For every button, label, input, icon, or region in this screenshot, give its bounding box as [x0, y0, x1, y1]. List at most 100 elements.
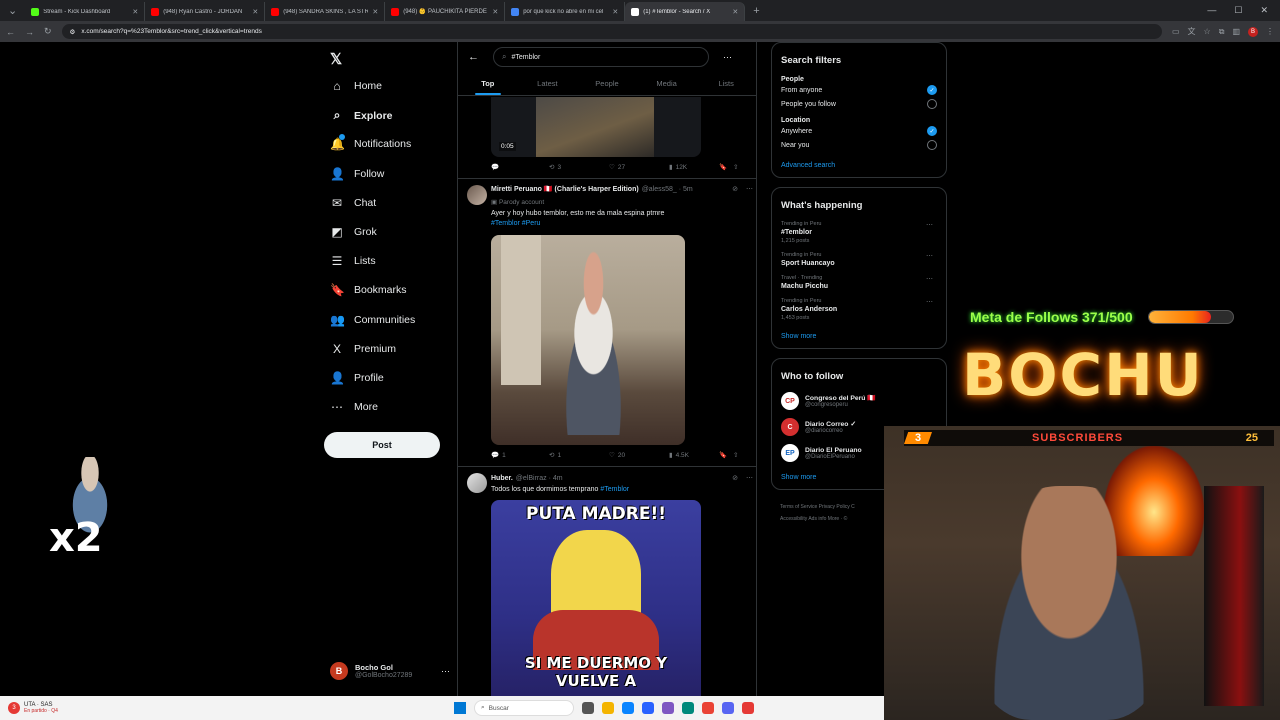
puzzle-icon[interactable]: ⧉ — [1219, 27, 1225, 37]
more-icon[interactable]: ⋯ — [926, 221, 933, 229]
avatar[interactable] — [467, 185, 487, 205]
reload-icon[interactable]: ↻ — [44, 26, 52, 37]
trend-item[interactable]: Trending in Peru Carlos Anderson 1,453 pos… — [781, 294, 937, 325]
views-icon[interactable]: ▮ 4.5K — [669, 451, 719, 460]
taskbar-search[interactable]: ⌕ Buscar — [474, 700, 574, 716]
filter-people-you-follow[interactable]: People you follow — [781, 97, 937, 111]
back-arrow-icon[interactable]: ← — [468, 51, 479, 63]
sidepanel-icon[interactable]: ▥ — [1232, 27, 1240, 36]
like-icon[interactable]: ♡ 27 — [609, 163, 669, 172]
share-icon[interactable]: ⇧ — [733, 451, 738, 459]
close-icon[interactable]: ✕ — [732, 8, 738, 16]
file-explorer-icon[interactable] — [602, 702, 614, 714]
sidebar-item-more[interactable]: ⋯ More — [330, 400, 378, 414]
radio-icon[interactable] — [927, 99, 937, 109]
radio-checked-icon[interactable]: ✓ — [927, 85, 937, 95]
search-input[interactable]: ⌕ #Temblor — [493, 47, 709, 67]
account-switcher[interactable]: B Bocho Gol @GolBocho27289 ⋯ — [330, 662, 450, 680]
more-icon[interactable]: ⋯ — [441, 666, 450, 677]
hashtag-link[interactable]: #Temblor — [600, 486, 629, 493]
windows-start-icon[interactable] — [454, 702, 466, 714]
radio-icon[interactable] — [927, 140, 937, 150]
new-tab-button[interactable]: + — [745, 5, 767, 17]
tweet-handle[interactable]: @aless58_ · 5m — [642, 186, 693, 193]
video-player[interactable]: 0:05 — [491, 97, 701, 157]
tweet-image[interactable] — [491, 235, 685, 445]
share-icon[interactable]: ⇧ — [733, 163, 738, 171]
hashtag-link[interactable]: #Temblor #Peru — [491, 219, 746, 229]
close-icon[interactable]: ✕ — [492, 8, 498, 16]
browser-tab[interactable]: (1) #Temblor - Search / X ✕ — [625, 2, 746, 21]
trend-item[interactable]: Travel · Trending Machu Picchu ⋯ — [781, 271, 937, 294]
sidebar-item-home[interactable]: ⌂ Home — [330, 79, 382, 93]
tab-latest[interactable]: Latest — [518, 72, 578, 95]
repost-icon[interactable]: ⟲ 1 — [549, 451, 609, 460]
more-icon[interactable]: ⋯ — [926, 298, 933, 306]
tweet-author[interactable]: Miretti Peruano 🇵🇪 (Charlie's Harper Edi… — [491, 185, 639, 193]
reply-icon[interactable]: 💬 1 — [491, 451, 549, 460]
sidebar-item-explore[interactable]: ⌕ Explore — [330, 108, 393, 123]
reply-icon[interactable]: 💬 — [491, 163, 549, 171]
grok-icon[interactable]: ⊘ — [732, 474, 738, 482]
sidebar-item-communities[interactable]: 👥 Communities — [330, 313, 415, 327]
site-info-icon[interactable]: ⚙ — [70, 28, 76, 36]
address-bar[interactable]: ⚙ x.com/search?q=%23Temblor&src=trend_cl… — [61, 24, 1162, 39]
bookmark-icon[interactable]: 🔖 — [719, 451, 733, 459]
task-view-icon[interactable] — [582, 702, 594, 714]
sidebar-item-profile[interactable]: 👤 Profile — [330, 371, 384, 385]
browser-tab[interactable]: por que kick no abre en mi cel ✕ — [505, 2, 626, 21]
app-icon[interactable] — [642, 702, 654, 714]
avatar[interactable] — [467, 473, 487, 493]
browser-tab[interactable]: Stream - Kick Dashboard ✕ — [25, 2, 146, 21]
bookmark-icon[interactable]: 🔖 — [719, 163, 733, 171]
repost-icon[interactable]: ⟲ 3 — [549, 163, 609, 172]
search-more-icon[interactable]: ⋯ — [723, 52, 732, 63]
post-button[interactable]: Post — [324, 432, 440, 458]
meme-image[interactable]: PUTA MADRE!! SI ME DUERMO Y VUELVE A — [491, 500, 701, 696]
cast-icon[interactable]: ▭ — [1172, 27, 1180, 36]
tab-media[interactable]: Media — [637, 72, 697, 95]
sidebar-item-chat[interactable]: ✉ Chat — [330, 196, 376, 210]
close-icon[interactable]: ✕ — [612, 8, 618, 16]
browser-tab[interactable]: (948) 👶 PAUCHIKITA PIERDE L ✕ — [385, 2, 506, 21]
forward-icon[interactable]: → — [25, 27, 34, 37]
more-icon[interactable]: ⋯ — [746, 474, 753, 482]
tab-lists[interactable]: Lists — [696, 72, 756, 95]
chrome-icon[interactable] — [702, 702, 714, 714]
star-icon[interactable]: ☆ — [1204, 27, 1211, 36]
trend-item[interactable]: Trending in Peru #Temblor 1,215 posts ⋯ — [781, 217, 937, 248]
sidebar-item-lists[interactable]: ☰ Lists — [330, 254, 376, 268]
store-icon[interactable] — [622, 702, 634, 714]
browser-tab[interactable]: (948) Ryan Castro - JORDAN ✕ — [145, 2, 266, 21]
maximize-icon[interactable]: ☐ — [1234, 5, 1242, 16]
radio-checked-icon[interactable]: ✓ — [927, 126, 937, 136]
filter-from-anyone[interactable]: From anyone ✓ — [781, 83, 937, 97]
close-icon[interactable]: ✕ — [372, 8, 378, 16]
filter-near-you[interactable]: Near you — [781, 138, 937, 152]
grok-icon[interactable]: ⊘ — [732, 185, 738, 193]
obs-icon[interactable] — [742, 702, 754, 714]
taskbar-widget[interactable]: 3 UTA · SAS En partido · Q4 — [0, 702, 200, 714]
follow-suggestion[interactable]: CP Congreso del Perú 🇵🇪 @congresoperu — [781, 388, 937, 414]
menu-icon[interactable]: ⋮ — [1266, 27, 1274, 36]
sidebar-item-premium[interactable]: X Premium — [330, 342, 396, 356]
show-more-link[interactable]: Show more — [781, 333, 937, 340]
browser-tab[interactable]: (948) SANDRA SKINS , LA STR ✕ — [265, 2, 386, 21]
sidebar-item-follow[interactable]: 👤 Follow — [330, 167, 384, 181]
like-icon[interactable]: ♡ 20 — [609, 451, 669, 460]
sidebar-item-bookmarks[interactable]: 🔖 Bookmarks — [330, 283, 407, 297]
close-window-icon[interactable]: ✕ — [1260, 5, 1268, 16]
filter-anywhere[interactable]: Anywhere ✓ — [781, 124, 937, 138]
tweet-author[interactable]: Huber. — [491, 475, 513, 482]
tab-top[interactable]: Top — [458, 72, 518, 95]
tweet-handle[interactable]: @elBirraz · 4m — [516, 475, 563, 482]
close-icon[interactable]: ✕ — [132, 8, 138, 16]
sidebar-item-notifications[interactable]: 🔔 Notifications — [330, 134, 411, 151]
trend-item[interactable]: Trending in Peru Sport Huancayo ⋯ — [781, 248, 937, 271]
discord-icon[interactable] — [722, 702, 734, 714]
translate-icon[interactable]: 文 — [1188, 26, 1196, 37]
app-icon[interactable] — [662, 702, 674, 714]
more-icon[interactable]: ⋯ — [746, 185, 753, 193]
more-icon[interactable]: ⋯ — [926, 275, 933, 283]
back-icon[interactable]: ← — [6, 27, 15, 37]
